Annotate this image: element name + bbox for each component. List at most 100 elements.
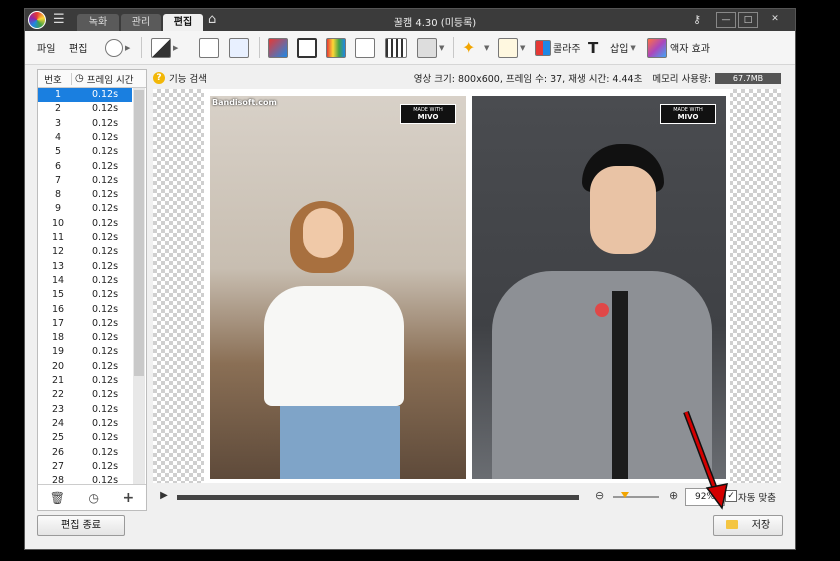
video-panel-right: MADE WITH MIVO xyxy=(472,96,726,479)
frame-row[interactable]: 6 0.12s xyxy=(38,160,132,174)
frame-nav-button[interactable]: ▶ xyxy=(151,31,178,64)
trash-icon[interactable]: 🗑 xyxy=(50,491,65,505)
cut-button[interactable] xyxy=(355,31,375,64)
mivo-badge-left: MADE WITH MIVO xyxy=(400,104,456,124)
frame-number: 21 xyxy=(51,375,65,386)
feature-search-link[interactable]: 기능 검색 xyxy=(169,71,207,85)
exit-edit-button[interactable]: 편집 종료 xyxy=(37,515,125,536)
frame-row[interactable]: 27 0.12s xyxy=(38,460,132,474)
play-icon[interactable]: ▶ xyxy=(159,490,169,501)
history-clock-button[interactable]: ▶ xyxy=(105,31,130,64)
frame-number: 15 xyxy=(51,289,65,301)
save-button[interactable]: 저장 xyxy=(713,515,783,536)
sticker-button[interactable] xyxy=(229,31,249,64)
text-tool-button[interactable] xyxy=(199,31,219,64)
frame-number: 4 xyxy=(54,131,62,143)
menu-icon[interactable]: ☰ xyxy=(53,12,65,28)
frame-row[interactable]: 3 0.12s xyxy=(38,117,132,131)
zoom-slider[interactable] xyxy=(613,492,659,498)
frame-time: 0.12s xyxy=(91,346,119,358)
color-filter-icon xyxy=(326,37,346,58)
frame-row[interactable]: 23 0.12s xyxy=(38,403,132,417)
column-number[interactable]: 번호 xyxy=(38,72,68,86)
figure-black-tie xyxy=(612,291,628,479)
clock-icon[interactable]: ◷ xyxy=(89,491,99,505)
column-frame-time[interactable]: 프레임 시간 xyxy=(87,72,134,86)
delete-frames-button[interactable]: ▼ xyxy=(417,31,444,64)
frame-list-actions: 🗑 ◷ + xyxy=(38,484,146,510)
frame-number: 18 xyxy=(51,332,65,344)
key-icon[interactable]: ⚷ xyxy=(693,13,701,26)
frame-row[interactable]: 19 0.12s xyxy=(38,345,132,359)
collage-label: 콜라주 xyxy=(553,44,581,55)
frame-row[interactable]: 20 0.12s xyxy=(38,360,132,374)
help-question-icon[interactable]: ? xyxy=(153,72,165,84)
frame-row[interactable]: 24 0.12s xyxy=(38,417,132,431)
frame-list-scrollbar[interactable] xyxy=(133,88,145,484)
frame-row[interactable]: 22 0.12s xyxy=(38,388,132,402)
frame-row[interactable]: 10 0.12s xyxy=(38,217,132,231)
figure-face xyxy=(590,166,656,254)
frame-time: 0.12s xyxy=(91,217,119,229)
frame-row[interactable]: 18 0.12s xyxy=(38,331,132,345)
insert-label: 삽입 xyxy=(610,44,629,55)
frame-row[interactable]: 21 0.12s xyxy=(38,374,132,388)
add-icon[interactable]: + xyxy=(123,490,135,506)
frame-row[interactable]: 16 0.12s xyxy=(38,303,132,317)
maximize-button[interactable]: □ xyxy=(738,12,758,28)
frame-time: 0.12s xyxy=(91,174,119,186)
frame-time: 0.12s xyxy=(91,446,119,458)
zoom-in-icon[interactable]: ⊕ xyxy=(669,489,678,502)
tab-edit[interactable]: 편집 xyxy=(163,14,203,31)
zoom-level[interactable]: 92% xyxy=(685,488,725,506)
insert-button[interactable]: T 삽입 ▼ xyxy=(588,31,636,64)
frame-row[interactable]: 8 0.12s xyxy=(38,188,132,202)
crop-button[interactable] xyxy=(297,31,317,64)
frame-row[interactable]: 17 0.12s xyxy=(38,317,132,331)
home-icon[interactable]: ⌂ xyxy=(208,12,216,27)
frame-row[interactable]: 4 0.12s xyxy=(38,131,132,145)
frame-time: 0.12s xyxy=(91,460,119,472)
frame-row[interactable]: 15 0.12s xyxy=(38,288,132,302)
frame-row[interactable]: 11 0.12s xyxy=(38,231,132,245)
crop-icon xyxy=(297,37,317,58)
clock-icon xyxy=(105,38,123,57)
frame-row[interactable]: 5 0.12s xyxy=(38,145,132,159)
auto-fit-checkbox[interactable]: ✓ xyxy=(725,490,737,502)
timeline-slider[interactable] xyxy=(177,495,579,500)
frame-effect-button[interactable]: 액자 효과 xyxy=(647,31,710,64)
frame-time: 0.12s xyxy=(91,103,119,115)
filter-button[interactable] xyxy=(326,31,346,64)
frame-row[interactable]: 2 0.12s xyxy=(38,102,132,116)
preview-canvas[interactable]: Bandisoft.com MADE WITH MIVO MADE WITH M… xyxy=(153,89,781,483)
frame-time: 0.12s xyxy=(91,403,119,415)
frame-number: 1 xyxy=(54,89,62,100)
frame-row[interactable]: 25 0.12s xyxy=(38,431,132,445)
zoom-out-icon[interactable]: ⊖ xyxy=(595,489,604,502)
resize-icon xyxy=(268,37,288,58)
close-button[interactable]: ✕ xyxy=(766,12,784,26)
collage-button[interactable]: 콜라주 xyxy=(535,31,581,64)
scrollbar-thumb[interactable] xyxy=(134,90,144,376)
frame-number: 17 xyxy=(51,317,65,329)
minimize-button[interactable]: — xyxy=(716,12,736,28)
resize-button[interactable] xyxy=(268,31,288,64)
frame-row[interactable]: 1 0.12s xyxy=(38,88,132,102)
effects-button[interactable]: ✦ ▼ xyxy=(462,31,489,64)
frame-row[interactable]: 26 0.12s xyxy=(38,446,132,460)
app-logo-icon[interactable] xyxy=(28,11,46,29)
edit-menu[interactable]: 편집 xyxy=(69,31,87,64)
file-menu[interactable]: 파일 xyxy=(37,31,55,64)
zoom-slider-handle[interactable] xyxy=(621,492,629,498)
tab-record[interactable]: 녹화 xyxy=(77,14,119,31)
frame-row[interactable]: 7 0.12s xyxy=(38,174,132,188)
figure-face xyxy=(303,208,343,258)
tab-manage[interactable]: 관리 xyxy=(121,14,161,31)
frame-row[interactable]: 13 0.12s xyxy=(38,260,132,274)
presentation-button[interactable]: ▼ xyxy=(498,31,525,64)
frame-row[interactable]: 14 0.12s xyxy=(38,274,132,288)
frame-row[interactable]: 9 0.12s xyxy=(38,202,132,216)
film-button[interactable] xyxy=(385,31,407,64)
playback-bar: ▶ ⊖ ⊕ 92% ✓ 자동 맞춤 xyxy=(153,487,781,507)
frame-row[interactable]: 12 0.12s xyxy=(38,245,132,259)
